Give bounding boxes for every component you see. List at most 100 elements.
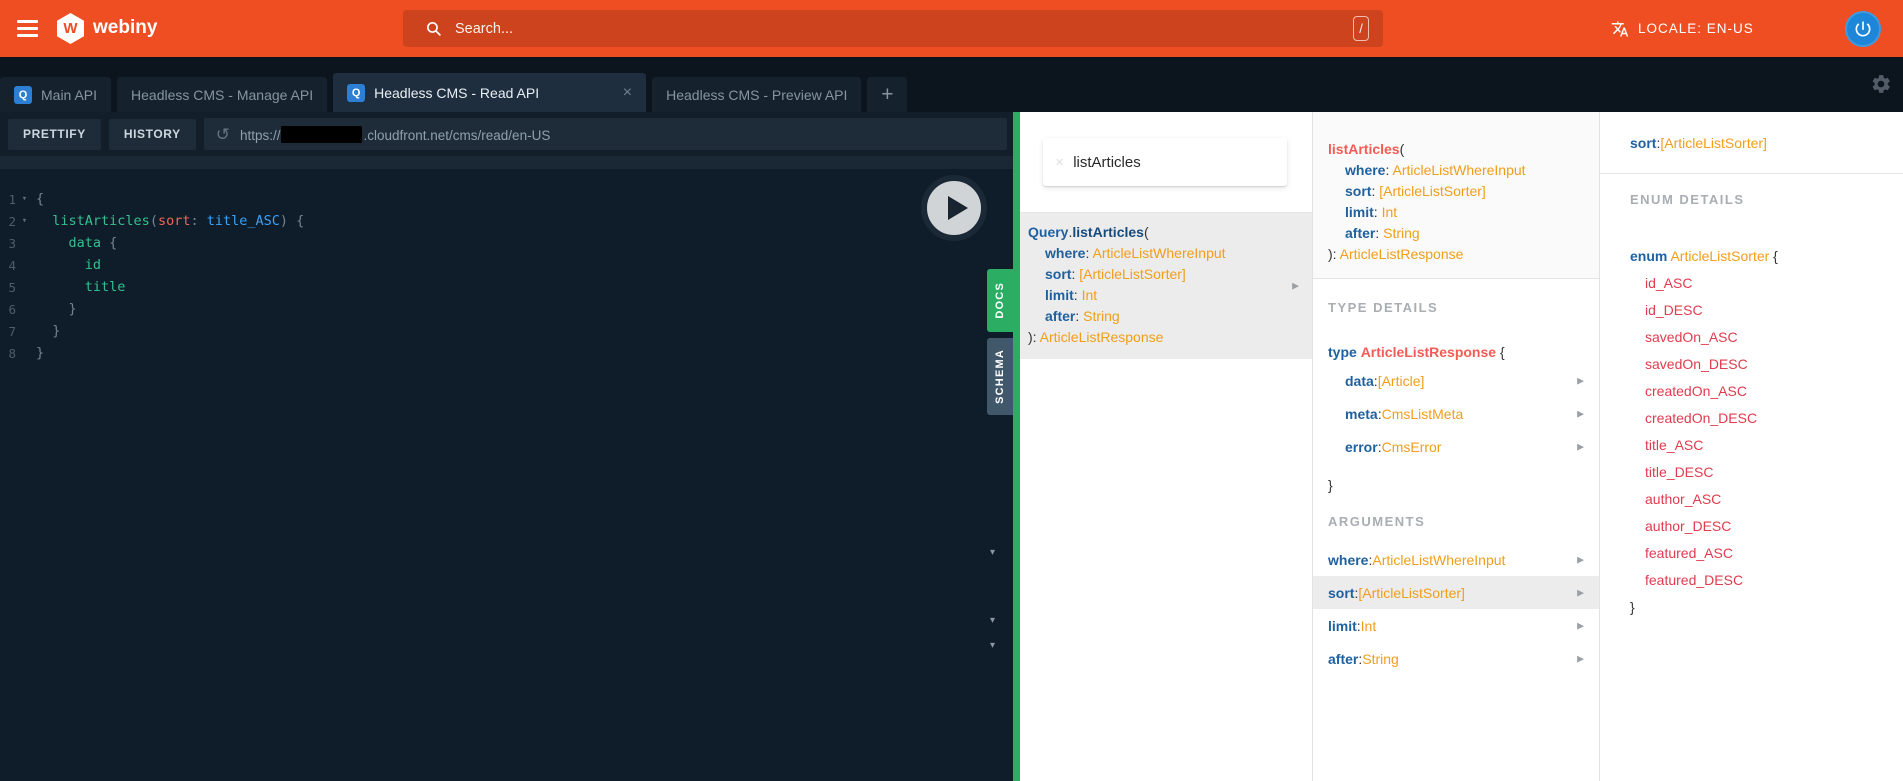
- execute-button[interactable]: [921, 175, 987, 241]
- editor-top-strip: [0, 156, 1013, 169]
- selected-arg-name: sort: [1630, 135, 1656, 151]
- code-text: listArticles(sort: title_ASC) {: [36, 213, 304, 229]
- code-text: data {: [36, 235, 117, 251]
- chevron-right-icon: ▶: [1577, 587, 1584, 598]
- arg-type: ArticleListWhereInput: [1392, 162, 1525, 178]
- settings-gear-icon[interactable]: [1870, 73, 1892, 95]
- enum-value: id_DESC: [1630, 297, 1903, 324]
- locale-label: LOCALE: EN-US: [1638, 21, 1754, 36]
- code-line: 4 id: [0, 254, 304, 276]
- type-definition: type ArticleListResponse {: [1328, 344, 1599, 360]
- endpoint-url-bar[interactable]: ↺ https://.cloudfront.net/cms/read/en-US: [204, 118, 1007, 150]
- schema-tab[interactable]: SCHEMA: [987, 338, 1013, 415]
- fold-arrow-icon: ▾: [16, 194, 33, 204]
- translate-icon: [1611, 20, 1629, 38]
- row-field-name: where: [1328, 552, 1368, 568]
- line-number: 8: [0, 346, 16, 361]
- row-field-type: Int: [1361, 618, 1377, 634]
- close-tab-icon[interactable]: ×: [613, 84, 632, 102]
- search-placeholder: Search...: [455, 21, 1353, 37]
- code-line: 7 }: [0, 320, 304, 342]
- signature-arg: sort: [ArticleListSorter]: [1328, 181, 1589, 202]
- type-name: ArticleListResponse: [1361, 344, 1496, 360]
- enum-name: ArticleListSorter: [1670, 248, 1769, 264]
- docs-tab[interactable]: DOCS: [987, 269, 1013, 332]
- code-line: 5 title: [0, 276, 304, 298]
- code-text: {: [36, 191, 44, 207]
- arg-name: limit: [1045, 287, 1074, 303]
- code-text: }: [36, 323, 60, 339]
- code-line: 6 }: [0, 298, 304, 320]
- enum-value: createdOn_DESC: [1630, 405, 1903, 432]
- add-tab-button[interactable]: +: [867, 77, 907, 112]
- doc-argument-row[interactable]: where: ArticleListWhereInput▶: [1313, 543, 1599, 576]
- user-avatar[interactable]: [1845, 11, 1881, 47]
- tab-headless-cms-read-api[interactable]: Q Headless CMS - Read API ×: [333, 73, 646, 112]
- query-type-badge: Q: [347, 84, 365, 102]
- code-line: 8}: [0, 342, 304, 364]
- prettify-button[interactable]: PRETTIFY: [8, 119, 101, 150]
- doc-search-result[interactable]: ▶ Query.listArticles(where: ArticleListW…: [1020, 213, 1312, 359]
- type-details-header: TYPE DETAILS: [1328, 300, 1599, 315]
- scroll-indicator-icon: ▾: [990, 641, 995, 651]
- enum-declaration: enum ArticleListSorter {: [1630, 243, 1903, 270]
- menu-icon[interactable]: [17, 20, 38, 41]
- enum-definition: enum ArticleListSorter {id_ASCid_DESCsav…: [1630, 243, 1903, 621]
- tab-label: Headless CMS - Read API: [374, 85, 539, 101]
- enum-value: title_DESC: [1630, 459, 1903, 486]
- row-field-name: sort: [1328, 585, 1354, 601]
- query-editor[interactable]: 1▾{2▾ listArticles(sort: title_ASC) {3 d…: [0, 156, 1013, 781]
- api-tabbar: QMain APIHeadless CMS - Manage API Q Headl…: [0, 57, 1903, 112]
- global-search-input[interactable]: Search... /: [403, 10, 1383, 47]
- type-close-brace: }: [1328, 477, 1599, 493]
- enum-value: author_ASC: [1630, 486, 1903, 513]
- arg-name: sort: [1345, 183, 1371, 199]
- signature-arg: after: String: [1028, 306, 1288, 327]
- field-name: listArticles: [1328, 141, 1400, 157]
- scroll-indicator-icon: ▾: [990, 548, 995, 558]
- signature-arg: limit: Int: [1328, 202, 1589, 223]
- line-number: 5: [0, 280, 16, 295]
- chevron-right-icon: ▶: [1577, 408, 1584, 419]
- signature-head: Query.listArticles(: [1028, 222, 1288, 243]
- line-number: 3: [0, 236, 16, 251]
- reload-schema-icon[interactable]: ↺: [216, 126, 230, 143]
- doc-type-field-row[interactable]: meta: CmsListMeta▶: [1313, 397, 1599, 430]
- tab-headless-cms-manage-api[interactable]: Headless CMS - Manage API: [117, 77, 327, 112]
- doc-type-field-row[interactable]: error: CmsError▶: [1313, 430, 1599, 463]
- doc-argument-row[interactable]: sort: [ArticleListSorter]▶: [1313, 576, 1599, 609]
- doc-argument-row[interactable]: limit: Int▶: [1313, 609, 1599, 642]
- doc-search-value: listArticles: [1073, 154, 1141, 171]
- locale-selector[interactable]: LOCALE: EN-US: [1611, 0, 1754, 57]
- clear-search-icon[interactable]: ✕: [1055, 156, 1064, 169]
- signature-arg: where: ArticleListWhereInput: [1328, 160, 1589, 181]
- chevron-right-icon: ▶: [1577, 653, 1584, 664]
- field-name: listArticles: [1072, 224, 1144, 240]
- doc-search-input[interactable]: ✕ listArticles: [1043, 138, 1287, 186]
- doc-column-search: ✕ listArticles ▶ Query.listArticles(wher…: [1020, 112, 1313, 781]
- line-number: 7: [0, 324, 16, 339]
- arg-name: where: [1045, 245, 1085, 261]
- enum-value: author_DESC: [1630, 513, 1903, 540]
- doc-type-field-row[interactable]: data: [Article]▶: [1313, 364, 1599, 397]
- argument-list: where: ArticleListWhereInput▶sort: [Arti…: [1313, 543, 1599, 675]
- doc-argument-row[interactable]: after: String▶: [1313, 642, 1599, 675]
- arg-name: after: [1045, 308, 1075, 324]
- signature-head: listArticles(: [1328, 139, 1589, 160]
- signature-arg: where: ArticleListWhereInput: [1028, 243, 1288, 264]
- enum-details-header: ENUM DETAILS: [1630, 192, 1903, 207]
- row-field-type: CmsError: [1382, 439, 1442, 455]
- docs-resize-divider[interactable]: DOCS SCHEMA: [1013, 112, 1020, 781]
- line-number: 6: [0, 302, 16, 317]
- field-signature: listArticles(where: ArticleListWhereInpu…: [1313, 112, 1599, 279]
- brand-wordmark: webiny: [93, 17, 157, 39]
- line-number: 4: [0, 258, 16, 273]
- history-button[interactable]: HISTORY: [109, 119, 196, 150]
- tab-main-api[interactable]: QMain API: [0, 77, 111, 112]
- arg-type: Int: [1082, 287, 1098, 303]
- line-number: 1: [0, 192, 16, 207]
- chevron-right-icon: ▶: [1577, 375, 1584, 386]
- tab-headless-cms-preview-api[interactable]: Headless CMS - Preview API: [652, 77, 861, 112]
- code-line: 1▾{: [0, 188, 304, 210]
- row-field-name: meta: [1345, 406, 1378, 422]
